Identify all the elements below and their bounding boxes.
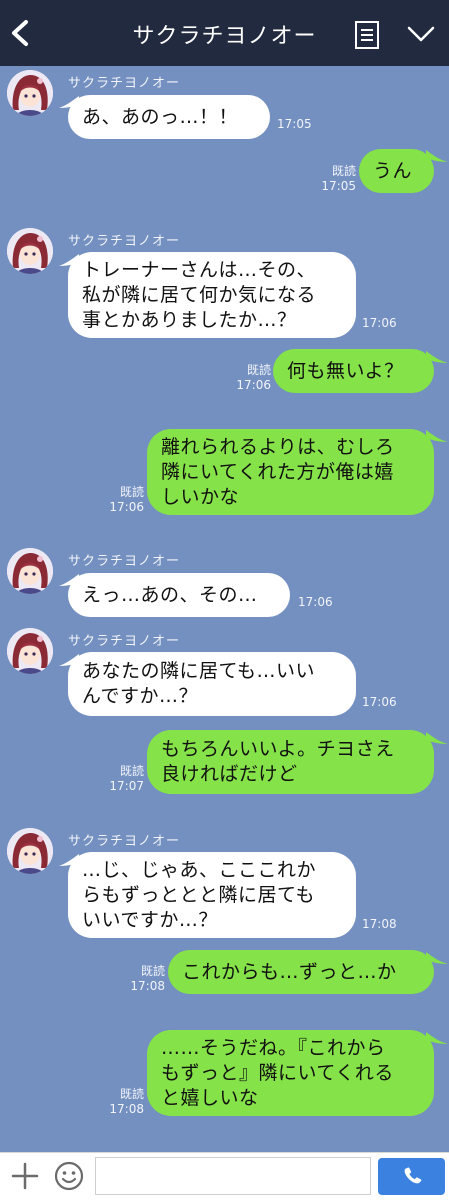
message-bubble[interactable]: ……そうだね。『これから もずっと』隣にいてくれる と嬉しいな <box>147 1030 434 1116</box>
message-text: これからも…ずっと…か <box>182 960 397 983</box>
read-receipt: 既読 <box>119 1087 144 1101</box>
read-receipt: 既読 <box>246 363 271 377</box>
message-time: 17:08 <box>130 979 165 993</box>
message-text: トレーナーさんは…その、 <box>82 258 317 281</box>
message-text: 隣にいてくれた方が俺は嬉 <box>161 460 394 483</box>
message-text: ……そうだね。『これから <box>161 1036 386 1059</box>
message-bubble[interactable]: 何も無いよ？ <box>273 349 434 393</box>
phone-icon <box>404 1167 422 1184</box>
avatar[interactable] <box>7 628 53 674</box>
call-button[interactable] <box>378 1158 445 1195</box>
message-text: 事とかありましたか…？ <box>82 308 297 331</box>
read-receipt: 既読 <box>140 964 165 978</box>
message-time: 17:05 <box>321 179 356 193</box>
message-text: …じ、じゃあ、こここれか <box>82 858 317 881</box>
message-text: あなたの隣に居ても…いい <box>82 660 316 682</box>
message-text: うん <box>373 159 413 182</box>
message-composer <box>0 1152 449 1200</box>
message-input[interactable] <box>95 1157 371 1195</box>
message-text: んですか…？ <box>82 685 199 707</box>
message-time: 17:06 <box>362 316 397 330</box>
message-bubble[interactable]: うん <box>359 149 434 193</box>
avatar[interactable] <box>7 828 53 874</box>
read-receipt: 既読 <box>331 164 356 178</box>
message-text: 良ければだけど <box>161 763 298 785</box>
note-menu-icon[interactable] <box>354 20 380 50</box>
message-time: 17:06 <box>362 695 397 709</box>
message-time: 17:06 <box>236 378 271 392</box>
emoji-icon[interactable] <box>53 1160 85 1192</box>
message-bubble[interactable]: トレーナーさんは…その、 私が隣に居て何か気になる 事とかありましたか…？ <box>68 252 356 338</box>
chevron-down-icon[interactable] <box>406 24 436 44</box>
message-time: 17:06 <box>298 595 333 609</box>
sender-name: サクラチヨノオー <box>68 76 181 91</box>
message-bubble[interactable]: あなたの隣に居ても…いい んですか…？ <box>68 652 356 716</box>
sender-name: サクラチヨノオー <box>68 634 181 649</box>
chat-header: サクラチヨノオー <box>0 0 449 66</box>
message-text: と嬉しいな <box>161 1086 259 1109</box>
message-text: 何も無いよ？ <box>287 359 404 382</box>
message-time: 17:08 <box>109 1102 144 1116</box>
message-text: 離れられるよりは、むしろ <box>161 435 395 458</box>
message-bubble[interactable]: えっ…あの、その… <box>68 573 290 617</box>
message-text: もずっと』隣にいてくれる <box>161 1061 394 1084</box>
plus-icon[interactable] <box>10 1161 40 1191</box>
message-time: 17:05 <box>277 117 312 131</box>
message-bubble[interactable]: これからも…ずっと…か <box>168 950 434 994</box>
avatar[interactable] <box>7 70 53 116</box>
avatar[interactable] <box>7 228 53 274</box>
message-bubble[interactable]: もちろんいいよ。チヨさえ 良ければだけど <box>147 730 434 794</box>
sender-name: サクラチヨノオー <box>68 554 181 569</box>
message-bubble[interactable]: …じ、じゃあ、こここれか らもずっととと隣に居ても いいですか…？ <box>68 852 356 938</box>
chat-title: サクラチヨノオー <box>132 24 317 49</box>
message-text: 私が隣に居て何か気になる <box>82 283 317 306</box>
message-text: もちろんいいよ。チヨさえ <box>161 738 395 760</box>
message-text: いいですか…？ <box>82 908 218 931</box>
message-text: らもずっととと隣に居ても <box>82 883 316 906</box>
sender-name: サクラチヨノオー <box>68 234 181 249</box>
message-text: えっ…あの、その… <box>82 583 258 606</box>
message-text: あ、あのっ…！！ <box>82 105 239 128</box>
sender-name: サクラチヨノオー <box>68 834 181 849</box>
message-bubble[interactable]: 離れられるよりは、むしろ 隣にいてくれた方が俺は嬉 しいかな <box>147 429 434 515</box>
message-bubble[interactable]: あ、あのっ…！！ <box>68 95 270 139</box>
message-time: 17:07 <box>109 779 144 793</box>
message-time: 17:06 <box>109 500 144 514</box>
read-receipt: 既読 <box>119 485 144 499</box>
message-time: 17:08 <box>362 917 397 931</box>
read-receipt: 既読 <box>119 764 144 778</box>
avatar[interactable] <box>7 548 53 594</box>
message-text: しいかな <box>161 485 240 508</box>
